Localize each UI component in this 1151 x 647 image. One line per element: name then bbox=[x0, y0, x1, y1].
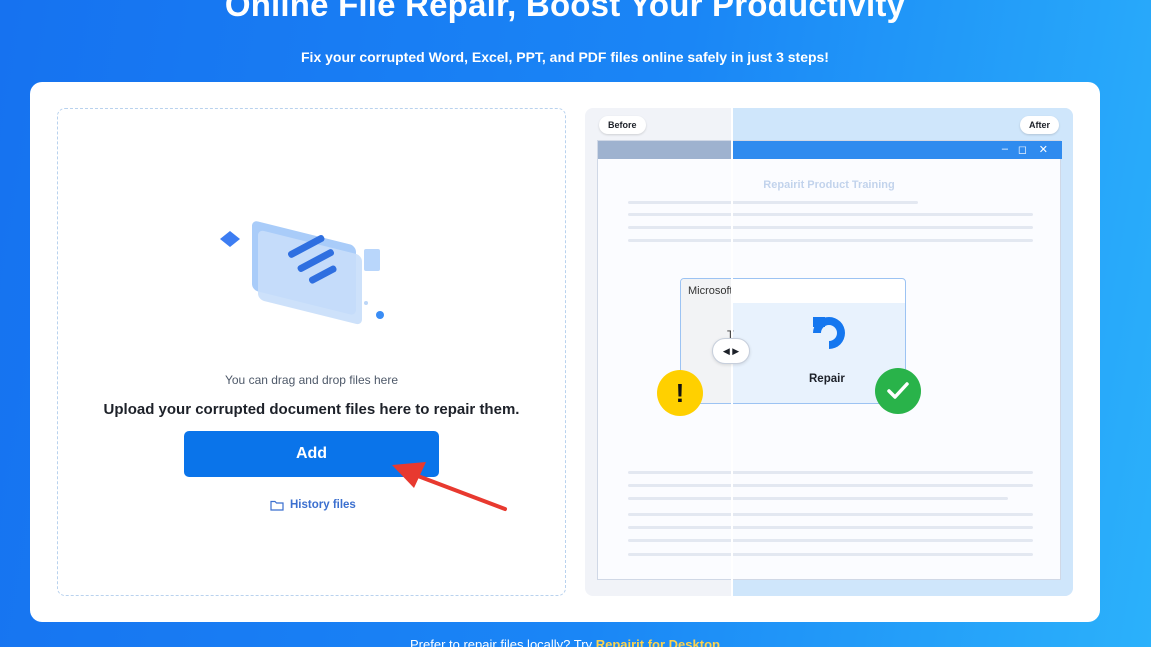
folder-icon bbox=[270, 500, 284, 511]
footer-note: Prefer to repair files locally? Try Repa… bbox=[0, 637, 1130, 647]
history-files-link[interactable]: History files bbox=[270, 499, 356, 511]
text-line bbox=[628, 213, 1033, 216]
titlebar-before bbox=[598, 141, 733, 159]
hero-subtitle: Fix your corrupted Word, Excel, PPT, and… bbox=[301, 49, 829, 65]
footer-text: Prefer to repair files locally? Try bbox=[410, 637, 593, 647]
checkmark-icon bbox=[875, 368, 921, 414]
text-line bbox=[628, 553, 1033, 556]
after-label: After bbox=[1019, 116, 1059, 134]
text-line bbox=[628, 513, 1033, 516]
close-icon: ✕ bbox=[1038, 144, 1048, 156]
titlebar-after bbox=[733, 141, 1062, 159]
hero-title: Online File Repair, Boost Your Productiv… bbox=[224, 0, 906, 23]
document-heading: Repairit Product Training bbox=[763, 179, 895, 191]
text-line bbox=[628, 226, 1033, 229]
warning-icon: ! bbox=[657, 370, 703, 416]
document-illustration bbox=[220, 221, 384, 325]
repairit-logo-icon bbox=[813, 317, 845, 349]
drag-drop-hint: You can drag and drop files here bbox=[224, 373, 398, 387]
desktop-link[interactable]: Repairit for Desktop bbox=[596, 637, 720, 647]
comparison-slider-handle[interactable]: ◀ ▶ bbox=[712, 338, 750, 364]
text-line bbox=[628, 201, 918, 204]
minimize-icon: – bbox=[1001, 143, 1008, 155]
repair-label: Repair bbox=[809, 373, 845, 385]
text-line bbox=[628, 239, 1033, 242]
text-line bbox=[628, 497, 1008, 500]
before-after-preview: Before After – ◻ ✕ Repairit Product Trai… bbox=[585, 108, 1073, 596]
text-line bbox=[628, 484, 1033, 487]
history-files-label: History files bbox=[290, 499, 356, 511]
text-line bbox=[628, 471, 1033, 474]
dialog-title: Microsoft Word bbox=[688, 285, 733, 297]
text-line bbox=[628, 539, 1033, 542]
upload-dropzone[interactable]: You can drag and drop files here Upload … bbox=[57, 108, 566, 596]
upload-instructions: Upload your corrupted document files her… bbox=[103, 401, 520, 418]
before-label: Before bbox=[599, 116, 646, 134]
repair-card: You can drag and drop files here Upload … bbox=[30, 82, 1100, 622]
text-line bbox=[628, 526, 1033, 529]
word-dialog: Microsoft Word T Repair bbox=[680, 278, 906, 404]
annotation-arrow-icon bbox=[392, 462, 507, 511]
maximize-icon: ◻ bbox=[1017, 144, 1027, 156]
